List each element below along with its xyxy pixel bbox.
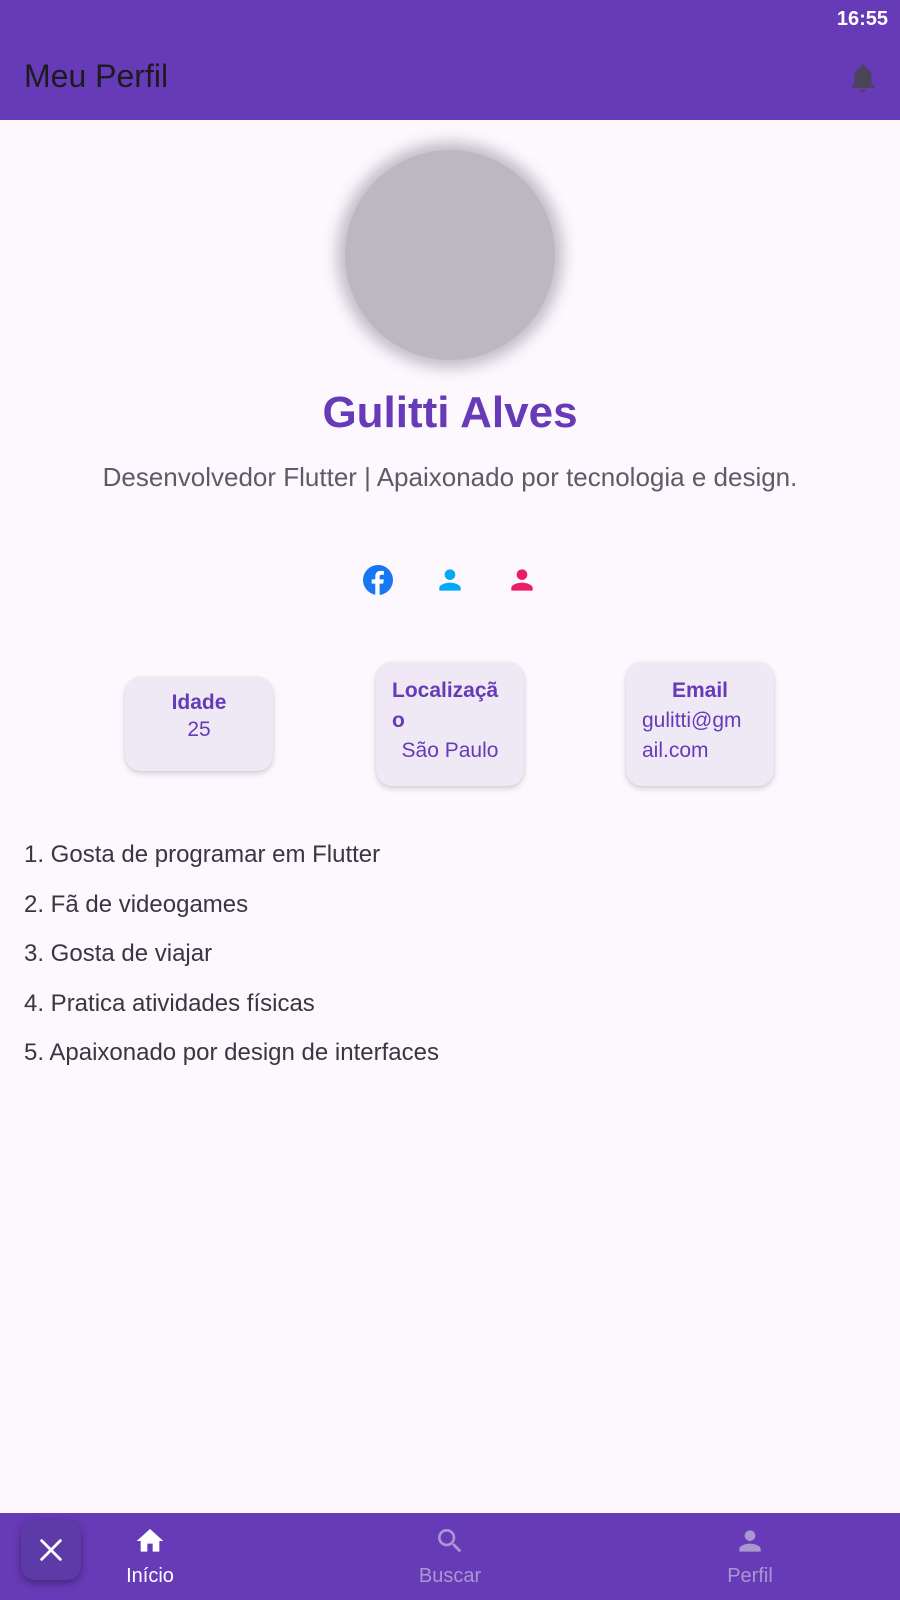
nav-label: Buscar	[418, 1565, 482, 1587]
card-value: 25	[187, 718, 211, 741]
status-bar: 16:55	[0, 0, 900, 38]
nav-label: Perfil	[727, 1565, 773, 1587]
facts-list: 1. Gosta de programar em Flutter 2. Fã d…	[24, 840, 439, 1088]
card-value-wrap: ail.com	[642, 739, 709, 762]
close-icon	[40, 1539, 62, 1561]
card-label: Idade	[171, 691, 227, 714]
close-fab-button[interactable]	[21, 1520, 81, 1580]
nav-item-inicio[interactable]: Início	[60, 1513, 240, 1600]
list-item: 1. Gosta de programar em Flutter	[24, 841, 381, 868]
status-time: 16:55	[836, 8, 888, 30]
app-bar: Meu Perfil	[0, 38, 900, 120]
profile-name: Gulitti Alves	[322, 388, 578, 437]
card-value: São Paulo	[401, 739, 499, 762]
profile-bio: Desenvolvedor Flutter | Apaixonado por t…	[102, 462, 798, 492]
list-item: 3. Gosta de viajar	[24, 940, 213, 967]
info-card-age: Idade 25	[125, 677, 273, 771]
info-card-email: Email gulitti@gm ail.com	[626, 662, 774, 786]
person-icon-pink[interactable]	[506, 564, 538, 596]
person-icon	[739, 1530, 761, 1552]
person-icon-blue[interactable]	[434, 564, 466, 596]
facebook-icon[interactable]	[362, 564, 394, 596]
page-title: Meu Perfil	[24, 58, 169, 94]
home-icon	[136, 1529, 164, 1552]
nav-label: Início	[126, 1565, 174, 1587]
card-label-wrap: o	[392, 709, 405, 732]
nav-item-buscar[interactable]: Buscar	[360, 1513, 540, 1600]
nav-item-perfil[interactable]: Perfil	[660, 1513, 840, 1600]
card-label: Localizaçã	[392, 679, 499, 702]
card-label: Email	[671, 679, 729, 702]
list-item: 2. Fã de videogames	[24, 890, 249, 918]
list-item: 4. Pratica atividades físicas	[24, 989, 315, 1017]
info-card-location: Localizaçã o São Paulo	[376, 662, 524, 786]
card-value: gulitti@gm	[642, 709, 742, 732]
bottom-nav: Início Buscar Perfil	[0, 1513, 900, 1600]
avatar	[345, 150, 555, 360]
list-item: 5. Apaixonado por design de interfaces	[24, 1039, 439, 1066]
bell-icon[interactable]	[846, 60, 880, 96]
search-icon	[438, 1529, 462, 1553]
